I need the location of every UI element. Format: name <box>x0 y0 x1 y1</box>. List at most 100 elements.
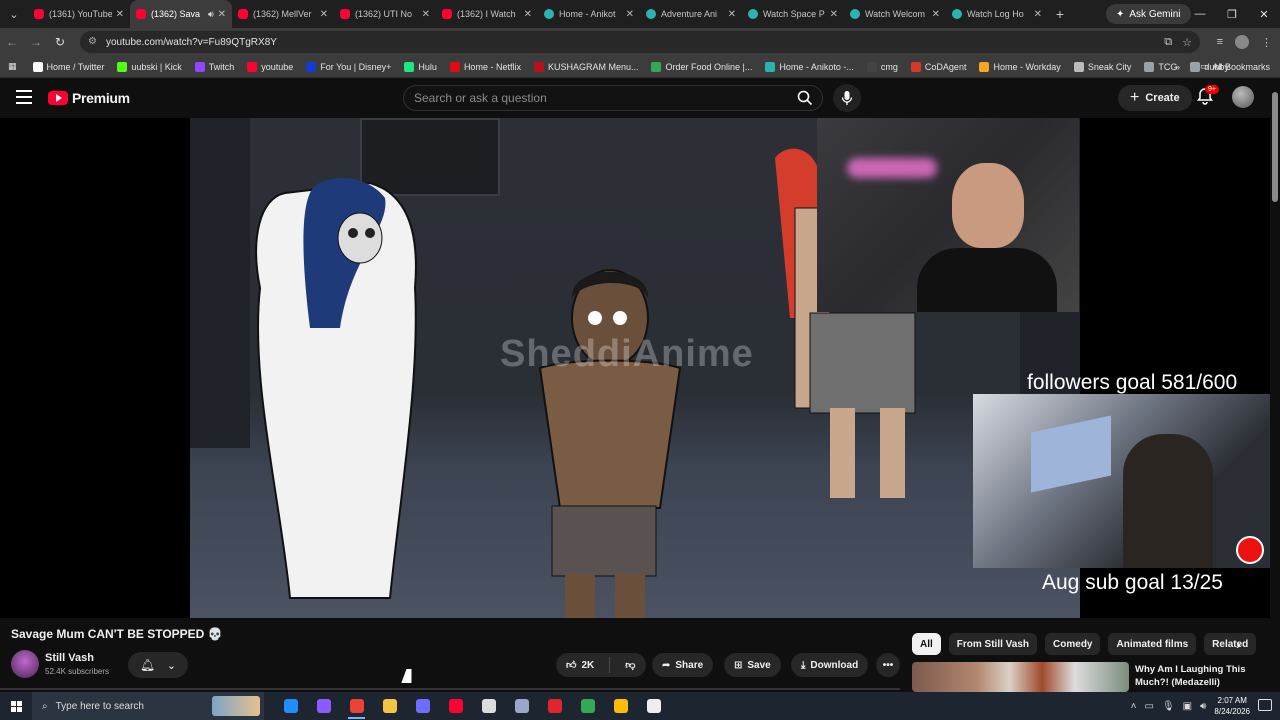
apps-icon[interactable]: ▦ <box>8 61 17 72</box>
more-actions-button[interactable]: ••• <box>876 653 900 677</box>
video-player[interactable]: SheddiAnime followers goal 581/600 Aug s… <box>0 118 1270 618</box>
chevron-right-icon[interactable]: › <box>1236 636 1241 652</box>
bookmark-item[interactable]: Sneak City <box>1073 61 1131 72</box>
game-app[interactable] <box>406 692 439 720</box>
tray-overflow-icon[interactable]: ˄ <box>1131 701 1137 712</box>
create-button[interactable]: + Create <box>1118 85 1192 111</box>
save-button[interactable]: ⊞ Save <box>724 653 781 677</box>
edge-app[interactable] <box>274 692 307 720</box>
close-tab-icon[interactable]: ✕ <box>116 9 124 20</box>
browser-tab[interactable]: Watch Log Ho ✕ <box>946 0 1048 28</box>
youtube-app[interactable] <box>439 692 472 720</box>
voice-search-icon[interactable] <box>833 84 861 112</box>
close-tab-icon[interactable]: ✕ <box>422 9 430 20</box>
kebab-menu-icon[interactable]: ⋮ <box>1261 36 1272 49</box>
bookmark-item[interactable]: TCG <box>1144 61 1177 72</box>
bookmark-item[interactable]: Order Food Online |... <box>651 61 752 72</box>
bookmark-item[interactable]: Twitch <box>194 61 234 72</box>
close-tab-icon[interactable]: ✕ <box>932 9 940 20</box>
ask-gemini-button[interactable]: ✦ Ask Gemini <box>1106 4 1191 24</box>
obs-app[interactable] <box>472 692 505 720</box>
bookmark-item[interactable]: For You | Disney+ <box>306 61 391 72</box>
chrome-app[interactable] <box>340 692 373 720</box>
search-icon[interactable] <box>793 86 817 110</box>
media-controls-icon[interactable]: ≡ <box>1217 36 1223 48</box>
channel-avatar[interactable] <box>11 650 39 678</box>
volume-icon[interactable]: 🔊︎ <box>1200 701 1206 712</box>
bookmark-item[interactable]: KUSHAGRAM Menu... <box>533 61 638 72</box>
cast-icon[interactable]: ⧉ <box>1164 36 1172 49</box>
site-info-icon[interactable]: ⚙ <box>88 36 100 48</box>
acrobat-app[interactable] <box>538 692 571 720</box>
bookmark-item[interactable]: Home / Twitter <box>32 61 104 72</box>
share-button[interactable]: ➦ Share <box>652 653 714 677</box>
new-tab-button[interactable]: + <box>1048 6 1072 22</box>
channel-name[interactable]: Still Vash <box>45 652 94 664</box>
file-explorer-app[interactable] <box>373 692 406 720</box>
dislike-button[interactable]: 👎︎ <box>615 653 645 677</box>
close-tab-icon[interactable]: ✕ <box>218 9 226 20</box>
browser-tab[interactable]: (1362) Sava 🔊︎ ✕ <box>130 0 232 28</box>
like-button[interactable]: 👍︎ 2K <box>556 653 604 677</box>
tab-search-icon[interactable]: ⌄ <box>0 0 28 28</box>
search-input[interactable]: Search or ask a question <box>403 85 823 111</box>
close-tab-icon[interactable]: ✕ <box>830 9 838 20</box>
chrome-app-3[interactable] <box>604 692 637 720</box>
subscription-notification-button[interactable]: 🔔︎ ⌄ <box>128 652 188 678</box>
chrome-profile-app[interactable] <box>307 692 340 720</box>
network-icon[interactable]: ▭ <box>1144 701 1153 712</box>
bookmark-item[interactable]: cmg <box>866 61 898 72</box>
filter-chip[interactable]: Comedy <box>1045 633 1101 655</box>
forward-icon[interactable]: → <box>24 35 48 49</box>
bookmark-item[interactable]: Home - Netflix <box>449 61 521 72</box>
minimize-icon[interactable]: — <box>1184 0 1216 28</box>
menu-icon[interactable] <box>16 90 32 104</box>
recommended-video-thumbnail[interactable] <box>912 662 1129 692</box>
chrome-app-2[interactable] <box>571 692 604 720</box>
close-tab-icon[interactable]: ✕ <box>626 9 634 20</box>
close-tab-icon[interactable]: ✕ <box>320 9 328 20</box>
restore-icon[interactable]: ❐ <box>1216 0 1248 28</box>
download-button[interactable]: ⤓ Download <box>791 653 869 677</box>
audio-playing-icon[interactable]: 🔊︎ <box>208 9 214 20</box>
back-icon[interactable]: ← <box>0 35 24 49</box>
taskbar-search[interactable]: ⌕ Type here to search <box>32 692 264 720</box>
steam-app[interactable] <box>505 692 538 720</box>
youtube-logo[interactable]: Premium <box>48 90 130 106</box>
bookmark-item[interactable]: Home - Anikoto -... <box>765 61 854 72</box>
browser-tab[interactable]: (1361) YouTube ✕ <box>28 0 130 28</box>
filter-chip[interactable]: From Still Vash <box>948 633 1038 655</box>
close-window-icon[interactable]: ✕ <box>1248 0 1280 28</box>
filter-chip[interactable]: All <box>912 633 941 655</box>
bookmark-item[interactable]: Home - Workday <box>979 61 1061 72</box>
browser-tab[interactable]: (1362) I Watch ✕ <box>436 0 538 28</box>
all-bookmarks-button[interactable]: » ▭ All Bookmarks <box>1175 61 1270 72</box>
bookmark-item[interactable]: Hulu <box>404 61 437 72</box>
close-tab-icon[interactable]: ✕ <box>524 9 532 20</box>
start-button[interactable] <box>0 692 32 720</box>
browser-tab[interactable]: Adventure Ani ✕ <box>640 0 742 28</box>
page-scrollbar[interactable] <box>1270 78 1280 690</box>
browser-tab[interactable]: (1362) MellVer ✕ <box>232 0 334 28</box>
browser-tab[interactable]: Watch Welcom ✕ <box>844 0 946 28</box>
url-bar[interactable]: ⚙ youtube.com/watch?v=Fu89QTgRX8Y ⧉ ☆ <box>80 31 1200 53</box>
close-tab-icon[interactable]: ✕ <box>1034 9 1042 20</box>
close-tab-icon[interactable]: ✕ <box>728 9 736 20</box>
bookmark-item[interactable]: uubski | Kick <box>117 61 182 72</box>
account-avatar[interactable] <box>1232 86 1254 108</box>
notification-center-icon[interactable] <box>1258 699 1272 711</box>
clock-app[interactable] <box>637 692 670 720</box>
browser-tab[interactable]: Home - Anikot ✕ <box>538 0 640 28</box>
clock[interactable]: 2:07 AM 8/24/2026 <box>1214 695 1250 717</box>
filter-chip[interactable]: Animated films <box>1108 633 1197 655</box>
reload-icon[interactable]: ↻ <box>48 35 72 49</box>
bookmark-star-icon[interactable]: ☆ <box>1182 36 1192 49</box>
browser-tab[interactable]: Watch Space P ✕ <box>742 0 844 28</box>
bookmark-item[interactable]: youtube <box>247 61 293 72</box>
bookmark-item[interactable]: CoDAgent <box>910 61 966 72</box>
recommended-video-title[interactable]: Why Am I Laughing This Much?! (Medazelli… <box>1135 663 1270 689</box>
filter-chip[interactable]: Related <box>1204 633 1257 655</box>
microphone-icon[interactable]: 🎙︎ <box>1162 701 1175 712</box>
display-icon[interactable]: ▣ <box>1183 701 1192 712</box>
profile-icon[interactable] <box>1235 35 1249 49</box>
